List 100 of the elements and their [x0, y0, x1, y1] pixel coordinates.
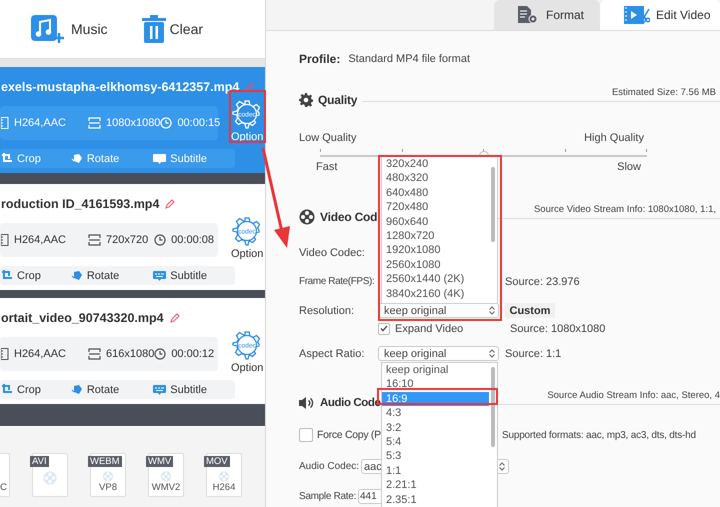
- film-icon: [1, 234, 9, 246]
- caption-icon: [153, 384, 166, 394]
- profile-value: Standard MP4 file format: [348, 53, 470, 65]
- checkbox-label: Expand Video: [395, 322, 464, 334]
- dropdown-option[interactable]: 5:3: [382, 449, 489, 464]
- dropdown-option[interactable]: 1:1: [382, 464, 489, 478]
- music-note-plus-icon: [31, 14, 67, 44]
- resolution-info: 720x720: [106, 234, 148, 246]
- dropdown-option[interactable]: 320x240: [382, 157, 489, 172]
- resolution-info: 616x1080: [106, 348, 154, 360]
- source-info: Source: 23.976: [505, 276, 580, 288]
- dropdown-option[interactable]: 2560x1440 (2K): [382, 272, 489, 287]
- subtitle-button[interactable]: Subtitle: [153, 270, 207, 282]
- rotate-button[interactable]: Rotate: [70, 384, 120, 396]
- dropdown-option[interactable]: 3840x2160 (4K): [382, 286, 489, 301]
- dropdown-option[interactable]: 960x640: [382, 214, 489, 229]
- clear-button[interactable]: Clear: [142, 15, 204, 43]
- codec-info: H264,AAC: [14, 117, 66, 129]
- spinner-arrows-icon: [489, 349, 495, 358]
- expand-video-checkbox[interactable]: [378, 322, 390, 334]
- film-icon: [1, 117, 9, 129]
- film-reel-icon: [217, 471, 231, 482]
- format-tag: WEBM: [88, 456, 122, 467]
- resolution-select[interactable]: keep original: [378, 303, 499, 318]
- format-tile[interactable]: WMV WMV2: [148, 453, 184, 497]
- profile-label: Profile:: [299, 52, 340, 66]
- rotate-icon: [70, 270, 83, 281]
- field-label: Aspect Ratio:: [299, 348, 366, 360]
- pencil-icon[interactable]: [170, 313, 180, 323]
- section-title: Quality: [318, 93, 358, 107]
- subtitle-button[interactable]: Subtitle: [153, 384, 207, 396]
- field-label: Frame Rate(FPS):: [299, 276, 376, 287]
- resolution-info: 1080x1080: [106, 117, 160, 129]
- codec-label: C: [0, 482, 7, 493]
- frame-size-icon: [88, 117, 101, 129]
- duration-info: 00:00:15: [177, 117, 220, 129]
- custom-button[interactable]: Custom: [505, 303, 555, 318]
- clock-icon: [160, 117, 172, 129]
- checkbox-label: Force Copy (P: [317, 429, 381, 441]
- field-label: Resolution:: [299, 304, 356, 316]
- dropdown-option[interactable]: 1280x720: [382, 228, 489, 244]
- rotate-button[interactable]: Rotate: [70, 270, 120, 282]
- format-tag: AVI: [30, 456, 49, 467]
- format-tile[interactable]: WEBM VP8: [90, 453, 126, 497]
- pencil-icon[interactable]: [165, 199, 176, 209]
- film-reel-icon: [159, 471, 173, 482]
- supported-formats: Supported formats: aac, mp3, ac3, dts, dts-hd: [502, 430, 696, 440]
- dropdown-option[interactable]: 5:4: [382, 434, 489, 450]
- dropdown-option[interactable]: 4:3: [382, 406, 489, 421]
- file-name: ortait_video_90743320.mp4: [1, 311, 164, 325]
- format-tile[interactable]: MOV H264: [206, 453, 242, 497]
- tab[interactable]: Format: [494, 0, 600, 30]
- gear-icon: [299, 93, 313, 107]
- crop-icon: [2, 153, 13, 164]
- high-quality-label: High Quality: [584, 132, 644, 144]
- slow-label: Slow: [617, 161, 641, 173]
- spinner-arrows-icon: [489, 306, 495, 315]
- codec-info: H264,AAC: [14, 348, 66, 360]
- dropdown-option[interactable]: 16:10: [382, 377, 489, 392]
- spinner-arrows-icon: [499, 462, 506, 471]
- format-tile[interactable]: C: [0, 453, 10, 497]
- stream-info: Source Video Stream Info: 1080x1080, 1:1,: [534, 204, 716, 215]
- film-reel-icon: [43, 471, 57, 485]
- dropdown-option[interactable]: 2560x1080: [382, 258, 489, 272]
- film-icon: [1, 348, 9, 360]
- dropdown-option[interactable]: 640x480: [382, 186, 489, 200]
- film-reel-icon: [101, 471, 115, 482]
- crop-button[interactable]: Crop: [2, 270, 41, 282]
- dropdown-option[interactable]: 480x320: [382, 171, 489, 186]
- aspect-ratio-select[interactable]: keep original: [378, 346, 499, 361]
- estimated-size: Estimated Size: 7.56 MB: [612, 87, 716, 98]
- speaker-icon: [299, 396, 315, 410]
- format-tile[interactable]: AVI: [32, 453, 68, 497]
- dropdown-option[interactable]: 720x480: [382, 200, 489, 215]
- film-scissors-icon: [624, 6, 650, 24]
- clock-icon: [154, 234, 166, 246]
- rotate-icon: [70, 153, 83, 164]
- checkmark-icon: [380, 325, 388, 332]
- file-name: exels-mustapha-elkhomsy-6412357.mp4: [1, 80, 240, 94]
- source-info: Source: 1:1: [505, 348, 562, 360]
- tab[interactable]: Edit Video: [600, 0, 720, 30]
- force-copy-checkbox[interactable]: [299, 428, 313, 442]
- trash-icon: [142, 15, 166, 43]
- format-tag: MOV: [204, 456, 230, 467]
- crop-button[interactable]: Crop: [2, 384, 41, 396]
- dropdown-option[interactable]: keep original: [382, 363, 489, 378]
- duration-info: 00:00:12: [171, 348, 214, 360]
- format-tag: WMV: [146, 456, 174, 467]
- file-name: roduction ID_4161593.mp4: [1, 197, 160, 211]
- frame-size-icon: [88, 348, 101, 360]
- field-label: Audio Codec:: [299, 461, 360, 472]
- codec-info: H264,AAC: [14, 234, 66, 246]
- fast-label: Fast: [316, 161, 338, 173]
- add-music-button[interactable]: Music: [31, 14, 108, 44]
- section-title: Video Cod: [320, 210, 378, 224]
- low-quality-label: Low Quality: [299, 132, 356, 144]
- frame-size-icon: [88, 234, 101, 246]
- dropdown-option[interactable]: 1920x1080: [382, 243, 489, 258]
- section-title: Audio Code: [320, 397, 381, 409]
- dropdown-option[interactable]: 3:2: [382, 420, 489, 435]
